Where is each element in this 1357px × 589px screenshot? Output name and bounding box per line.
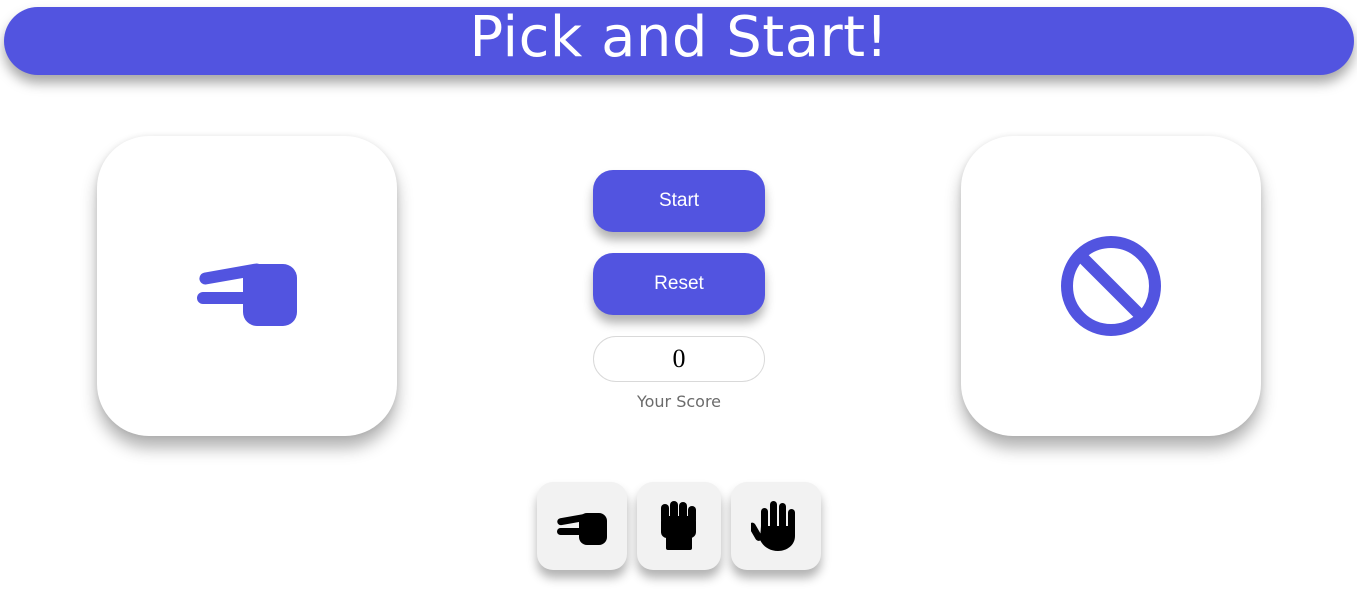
reset-button[interactable]: Reset (593, 253, 765, 315)
scissors-hand-icon (556, 506, 608, 546)
start-button[interactable]: Start (593, 170, 765, 232)
score-label: Your Score (636, 392, 722, 411)
ban-icon (1060, 235, 1162, 337)
choice-paper-button[interactable] (731, 482, 821, 570)
score-value: 0 (672, 344, 686, 373)
page-title-text: Pick and Start! (469, 5, 889, 70)
choice-rock-button[interactable] (637, 482, 721, 570)
player-choice-card (97, 136, 397, 436)
fist-icon (658, 500, 700, 552)
open-hand-icon (751, 500, 801, 552)
computer-choice-card (961, 136, 1261, 436)
choice-scissors-button[interactable] (537, 482, 627, 570)
page-title: Pick and Start! (4, 7, 1354, 75)
score-display: 0 (593, 336, 765, 382)
scissors-hand-icon (195, 246, 299, 326)
